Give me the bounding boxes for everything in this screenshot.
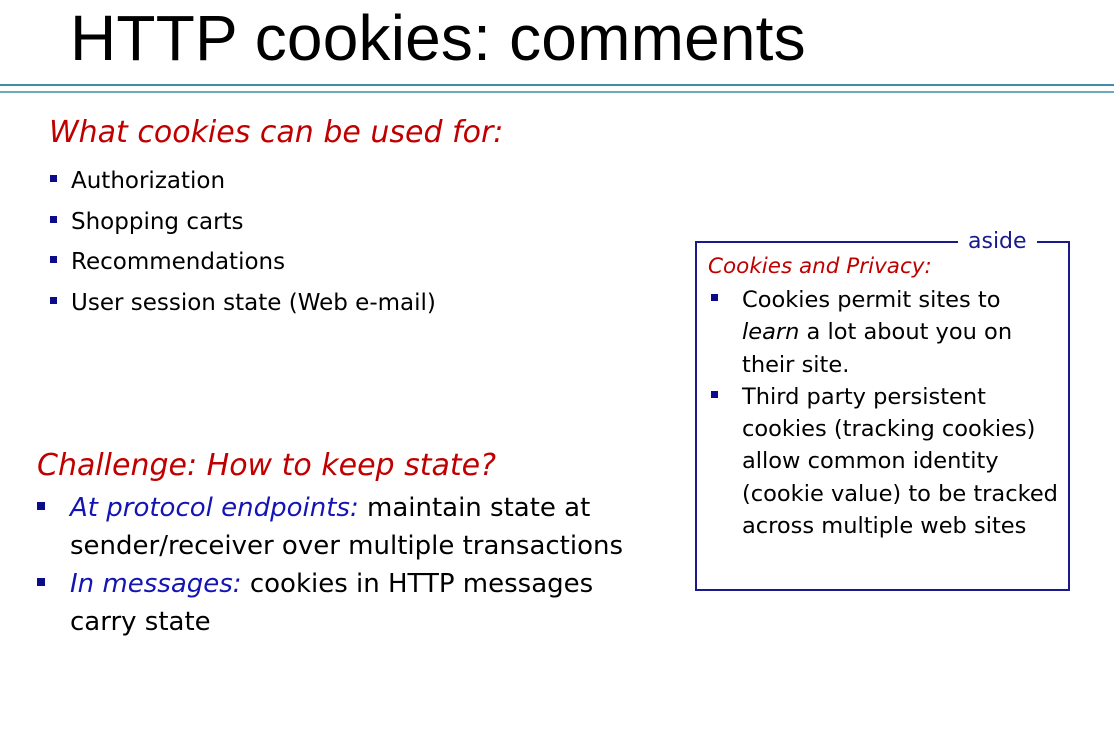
aside-list: Cookies permit sites to learn a lot abou…	[710, 284, 1062, 542]
title-divider-secondary	[0, 91, 1114, 93]
list-item-text: Cookies permit sites to	[742, 287, 1001, 313]
challenge-heading: Challenge: How to keep state?	[37, 448, 497, 483]
square-bullet-icon	[50, 175, 57, 182]
square-bullet-icon	[50, 256, 57, 263]
list-item: Third party persistent cookies (tracking…	[710, 381, 1062, 542]
uses-heading: What cookies can be used for:	[49, 115, 504, 150]
emphasis-text: learn	[742, 319, 800, 346]
list-item: Recommendations	[50, 242, 550, 283]
list-item: Shopping carts	[50, 202, 550, 243]
emphasis-text: At protocol endpoints:	[70, 493, 359, 523]
list-item: Authorization	[50, 161, 550, 202]
square-bullet-icon	[37, 502, 45, 510]
list-item: Cookies permit sites to learn a lot abou…	[710, 284, 1062, 381]
square-bullet-icon	[711, 294, 718, 301]
square-bullet-icon	[37, 578, 45, 586]
aside-heading: Cookies and Privacy:	[708, 254, 932, 279]
list-item-text: User session state (Web e-mail)	[71, 289, 436, 316]
square-bullet-icon	[711, 390, 718, 398]
list-item-text: Shopping carts	[71, 208, 244, 235]
list-item-text: Third party persistent cookies (tracking…	[742, 383, 1058, 540]
list-item: In messages: cookies in HTTP messages ca…	[37, 565, 647, 641]
list-item-text: Authorization	[71, 168, 226, 194]
challenge-list: At protocol endpoints: maintain state at…	[37, 489, 647, 641]
slide-title: HTTP cookies: comments	[70, 2, 806, 74]
uses-list: Authorization Shopping carts Recommendat…	[50, 161, 550, 323]
title-divider	[0, 84, 1114, 86]
emphasis-text: In messages:	[70, 569, 242, 599]
list-item-text: Recommendations	[71, 249, 286, 275]
square-bullet-icon	[50, 215, 57, 223]
list-item: At protocol endpoints: maintain state at…	[37, 489, 647, 565]
aside-label: aside	[958, 228, 1037, 256]
list-item: User session state (Web e-mail)	[50, 283, 550, 324]
square-bullet-icon	[50, 296, 57, 304]
